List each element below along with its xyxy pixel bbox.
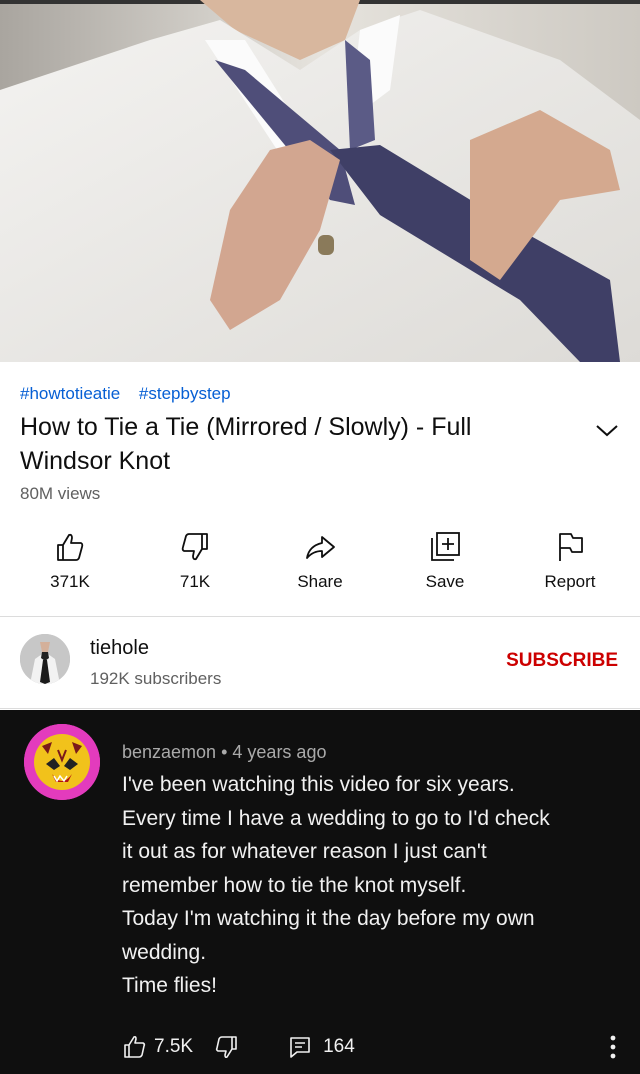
action-bar: 371K 71K Share Save Report [20, 530, 620, 600]
divider [0, 708, 640, 709]
more-vert-icon[interactable] [608, 1032, 618, 1062]
chevron-down-icon[interactable] [594, 420, 620, 440]
video-player[interactable] [0, 0, 640, 362]
video-info: #howtotieatie #stepbystep How to Tie a T… [0, 362, 640, 712]
comment-author[interactable]: benzaemon [122, 742, 216, 762]
reply-count[interactable]: 164 [323, 1036, 355, 1058]
comment-line: it out as for whatever reason I just can… [122, 840, 487, 863]
meta-separator: • [221, 742, 233, 762]
thumbs-down-icon[interactable] [213, 1034, 239, 1060]
channel-row: tiehole 192K subscribers SUBSCRIBE [0, 618, 640, 708]
thumbs-up-icon[interactable] [122, 1034, 148, 1060]
video-thumbnail [0, 0, 640, 362]
hashtags: #howtotieatie #stepbystep [20, 384, 245, 404]
divider [0, 616, 640, 617]
channel-avatar[interactable] [20, 634, 70, 684]
share-label: Share [297, 572, 343, 591]
comment-text: I've been watching this video for six ye… [122, 768, 622, 1003]
thumbs-down-icon [181, 533, 208, 561]
save-playlist-icon [431, 532, 460, 561]
comment-line: remember how to tie the knot myself. [122, 873, 467, 897]
save-button[interactable]: Save [395, 530, 495, 600]
flag-icon [559, 533, 583, 561]
comment-meta: benzaemon • 4 years ago [122, 742, 326, 763]
comment-time: 4 years ago [232, 742, 327, 762]
hashtag-link[interactable]: #stepbystep [139, 384, 231, 403]
subscribe-button[interactable]: SUBSCRIBE [506, 650, 618, 672]
video-title: How to Tie a Tie (Mirrored / Slowly) - F… [20, 413, 472, 475]
comment-line: wedding. [122, 940, 207, 964]
thumbs-up-icon [57, 533, 84, 561]
hashtag-link[interactable]: #howtotieatie [20, 384, 120, 403]
save-label: Save [425, 572, 465, 591]
dislike-count: 71K [179, 572, 211, 591]
comment-line: I've been watching this video for six ye… [122, 773, 515, 796]
channel-avatar-image [20, 634, 70, 684]
view-count: 80M views [20, 484, 101, 503]
comment-line: Every time I have a wedding to go to I'd… [122, 806, 550, 830]
comment-line: Time flies! [122, 974, 217, 997]
like-button[interactable]: 371K [20, 530, 120, 600]
comment-actions: 7.5K 164 [122, 1032, 355, 1062]
like-count: 371K [50, 572, 90, 591]
subscriber-count: 192K subscribers [90, 669, 222, 688]
commenter-avatar[interactable] [24, 724, 100, 800]
comment-line: Today I'm watching it the day before my … [122, 907, 535, 930]
report-label: Report [544, 572, 596, 591]
comment-like-count: 7.5K [154, 1036, 194, 1057]
share-button[interactable]: Share [270, 530, 370, 600]
channel-name[interactable]: tiehole [90, 637, 149, 660]
share-icon [306, 536, 335, 559]
reply-icon[interactable] [287, 1034, 313, 1060]
dislike-button[interactable]: 71K [145, 530, 245, 600]
tiger-avatar-image [24, 724, 100, 800]
comment-card: benzaemon • 4 years ago I've been watchi… [0, 710, 640, 1074]
report-button[interactable]: Report [520, 530, 620, 600]
